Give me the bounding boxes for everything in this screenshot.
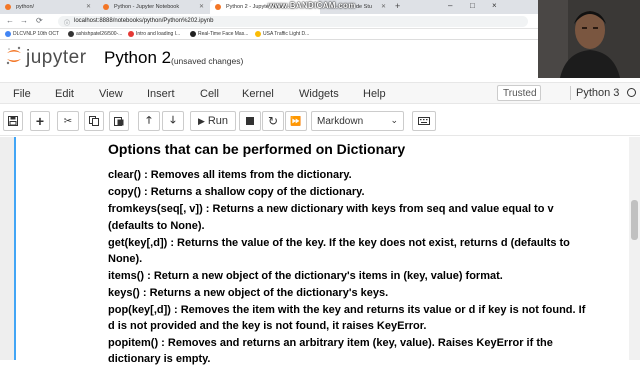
forward-arrow-icon[interactable]: → [20, 16, 28, 25]
recording-watermark: www.BANDICAM.com [268, 1, 356, 10]
close-tab-icon[interactable]: ✕ [199, 3, 204, 10]
cell-text-line: fromkeys(seq[, v]) : Returns a new dicti… [108, 203, 554, 215]
menu-edit[interactable]: Edit [55, 88, 74, 100]
paste-button[interactable] [109, 111, 129, 131]
plus-icon: + [35, 113, 45, 129]
notebook-title[interactable]: Python 2 [104, 48, 171, 68]
play-icon: ▶ [197, 115, 205, 126]
close-tab-icon[interactable]: ✕ [381, 3, 386, 10]
jupyter-favicon-icon [5, 4, 11, 10]
cell-text-line: pop(key[,d]) : Removes the item with the… [108, 304, 586, 316]
cell-heading: Options that can be performed on Diction… [108, 141, 406, 157]
back-arrow-icon[interactable]: ← [6, 16, 14, 25]
menu-insert[interactable]: Insert [147, 88, 175, 100]
close-window-button[interactable]: × [492, 1, 497, 10]
kernel-name[interactable]: Python 3 [576, 87, 619, 99]
tab-label: python/ [16, 4, 35, 10]
run-label: Run [207, 115, 229, 127]
cell-text-line: None). [108, 253, 143, 265]
cut-button[interactable]: ✂ [57, 111, 79, 131]
reload-icon[interactable]: ⟳ [36, 16, 43, 25]
menu-view[interactable]: View [99, 88, 123, 100]
browser-tab-1[interactable]: python/ ✕ [0, 0, 95, 14]
scrollbar[interactable] [629, 137, 640, 360]
cell-text-line: copy() : Returns a shallow copy of the d… [108, 186, 365, 198]
url-field[interactable]: ⓘ localhost:8888/notebooks/python/Python… [58, 16, 528, 27]
tab-label: de Stu [356, 4, 372, 10]
arrow-down-icon: 🡓 [170, 114, 176, 126]
copy-icon [89, 116, 99, 126]
menubar: File Edit View Insert Cell Kernel Widget… [0, 82, 640, 104]
scrollbar-thumb[interactable] [631, 200, 638, 240]
url-text: localhost:8888/notebooks/python/Python%2… [74, 18, 214, 24]
cell-text-line: d is not provided and the key is not fou… [108, 320, 427, 332]
trusted-indicator[interactable]: Trusted [497, 85, 541, 101]
cell-type-value: Markdown [317, 116, 364, 127]
minimize-button[interactable]: – [448, 1, 452, 10]
bookmark-item[interactable]: USA Traffic Light D... [255, 31, 309, 37]
scissors-icon: ✂ [63, 115, 73, 127]
maximize-button[interactable]: □ [470, 1, 475, 10]
arrow-up-icon: 🡑 [146, 114, 152, 126]
browser-tab-2[interactable]: Python - Jupyter Notebook ✕ [98, 0, 208, 14]
insert-cell-button[interactable]: + [30, 111, 50, 131]
cell-text-line: items() : Return a new object of the dic… [108, 270, 503, 282]
cell-text-line: clear() : Removes all items from the dic… [108, 169, 352, 181]
cell-text-line: dictionary is empty. [108, 353, 211, 365]
restart-button[interactable]: ↻ [262, 111, 284, 131]
cell-text-line: popitem() : Removes and returns an arbit… [108, 337, 553, 349]
save-status: (unsaved changes) [171, 56, 244, 66]
fast-forward-icon: ⏩ [290, 115, 302, 126]
stop-icon [246, 117, 254, 125]
kernel-status-icon [627, 88, 636, 97]
command-palette-button[interactable] [412, 111, 436, 131]
interrupt-button[interactable] [239, 111, 261, 131]
cell-text-line: (defaults to None). [108, 220, 205, 232]
close-tab-icon[interactable]: ✕ [86, 3, 91, 10]
bookmark-item[interactable]: Real-Time Face Mas... [190, 31, 248, 37]
tab-label: Python - Jupyter Notebook [114, 4, 180, 10]
move-down-button[interactable]: 🡓 [162, 111, 184, 131]
bookmark-item[interactable]: Intro and loading I... [128, 31, 180, 37]
menu-file[interactable]: File [13, 88, 31, 100]
menu-widgets[interactable]: Widgets [299, 88, 339, 100]
bookmark-item[interactable]: ashishpatel26/500-... [68, 31, 122, 37]
chevron-down-icon: ⌄ [390, 115, 398, 125]
restart-run-all-button[interactable]: ⏩ [285, 111, 307, 131]
keyboard-icon [418, 117, 430, 125]
divider [570, 86, 571, 100]
cell-text-line: keys() : Returns a new object of the dic… [108, 287, 389, 299]
menu-cell[interactable]: Cell [200, 88, 219, 100]
run-button[interactable]: ▶ Run [190, 111, 236, 131]
jupyter-logo-icon[interactable] [6, 46, 22, 66]
copy-button[interactable] [84, 111, 104, 131]
menu-help[interactable]: Help [363, 88, 386, 100]
jupyter-favicon-icon [215, 4, 221, 10]
floppy-disk-icon [8, 116, 18, 126]
restart-icon: ↻ [267, 114, 279, 128]
cell-type-select[interactable]: Markdown ⌄ [311, 111, 404, 131]
jupyter-favicon-icon [103, 4, 109, 10]
jupyter-brand[interactable]: jupyter [26, 47, 87, 69]
bookmark-item[interactable]: DLCVNLP 10th OCT [5, 31, 59, 37]
person-webcam-image [538, 0, 640, 78]
new-tab-button[interactable]: + [395, 1, 400, 11]
info-icon: ⓘ [64, 21, 71, 27]
cell-text-line: get(key[,d]) : Returns the value of the … [108, 237, 570, 249]
paste-icon [114, 117, 124, 126]
menu-kernel[interactable]: Kernel [242, 88, 274, 100]
save-button[interactable] [3, 111, 23, 131]
move-up-button[interactable]: 🡑 [138, 111, 160, 131]
webcam-overlay [538, 0, 640, 78]
